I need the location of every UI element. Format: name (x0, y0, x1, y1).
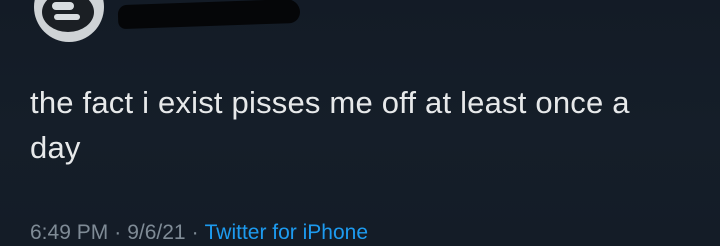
tweet-source-link[interactable]: Twitter for iPhone (205, 221, 368, 244)
tweet-date[interactable]: 9/6/21 (127, 221, 185, 244)
avatar-image (42, 0, 94, 32)
tweet-metadata: 6:49 PM · 9/6/21 · Twitter for iPhone (30, 220, 368, 246)
redacted-username (117, 0, 301, 30)
meta-separator: · (114, 221, 122, 244)
avatar[interactable] (34, 0, 104, 42)
tweet-time[interactable]: 6:49 PM (30, 221, 108, 244)
tweet-text: the fact i exist pisses me off at least … (30, 85, 630, 165)
meta-separator: · (191, 221, 199, 244)
tweet-card: the fact i exist pisses me off at least … (0, 0, 720, 244)
